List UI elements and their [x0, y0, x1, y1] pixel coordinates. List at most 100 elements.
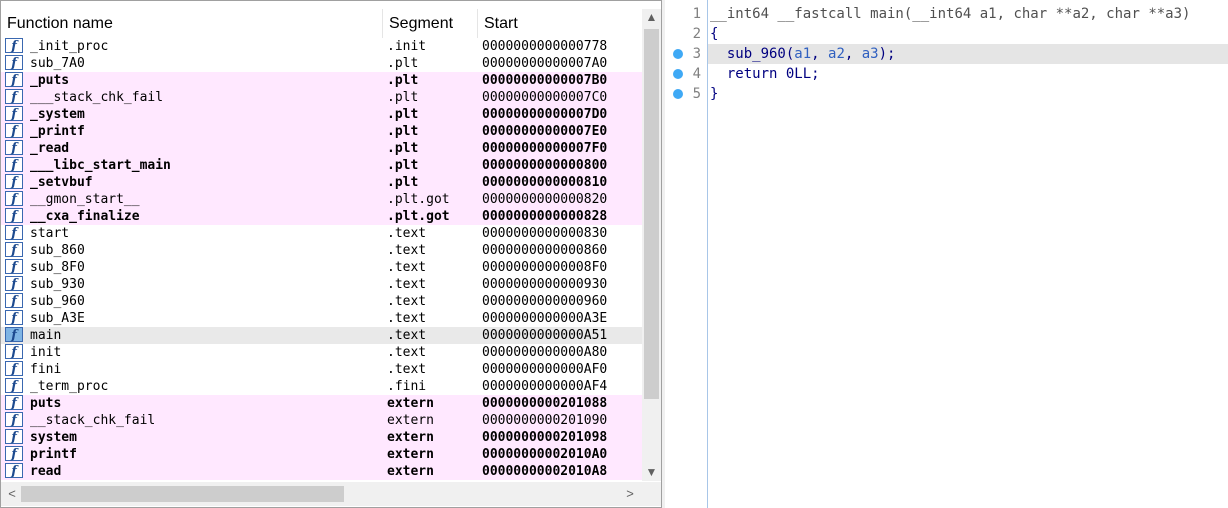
function-row[interactable]: f read extern 00000000002010A8	[1, 463, 642, 480]
function-row[interactable]: f ___libc_start_main .plt 0000000000000800	[1, 157, 642, 174]
code-line[interactable]: {	[710, 24, 718, 44]
function-icon: f	[5, 327, 23, 343]
function-row[interactable]: f _system .plt 00000000000007D0	[1, 106, 642, 123]
functions-vertical-scrollbar[interactable]: ▲ ▼	[642, 9, 661, 481]
code-line[interactable]: }	[710, 84, 718, 104]
function-segment: .text	[387, 243, 427, 258]
function-segment: .plt	[387, 107, 419, 122]
function-name: __cxa_finalize	[30, 209, 140, 224]
function-icon: f	[5, 378, 23, 394]
function-row[interactable]: f _term_proc .fini 0000000000000AF4	[1, 378, 642, 395]
function-icon: f	[5, 174, 23, 190]
function-start-address: 0000000000000A51	[482, 328, 608, 343]
function-segment: .text	[387, 294, 427, 309]
line-number: 4	[692, 66, 701, 82]
code-token: char **a3)	[1106, 6, 1191, 22]
code-token: __int64 __fastcall main(	[710, 6, 913, 22]
function-name: sub_8F0	[30, 260, 85, 275]
function-name: sub_860	[30, 243, 85, 258]
function-start-address: 0000000000201098	[482, 430, 608, 445]
code-line[interactable]: sub_960(a1, a2, a3);	[710, 44, 896, 64]
function-row[interactable]: f start .text 0000000000000830	[1, 225, 642, 242]
function-row[interactable]: f sub_7A0 .plt 00000000000007A0	[1, 55, 642, 72]
column-header-segment[interactable]: Segment	[383, 9, 478, 38]
function-name: init	[30, 345, 62, 360]
function-segment: .plt	[387, 158, 419, 173]
column-header-function-name[interactable]: Function name	[1, 9, 383, 38]
pseudocode-window[interactable]: 1 __int64 __fastcall main(__int64 a1, cha…	[665, 0, 1228, 508]
function-row[interactable]: f system extern 0000000000201098	[1, 429, 642, 446]
function-row[interactable]: f _setvbuf .plt 0000000000000810	[1, 174, 642, 191]
function-start-address: 0000000000201088	[482, 396, 608, 411]
function-row[interactable]: f sub_860 .text 0000000000000860	[1, 242, 642, 259]
function-start-address: 0000000000000A3E	[482, 311, 608, 326]
function-name: sub_930	[30, 277, 85, 292]
code-token: a3	[861, 46, 879, 62]
function-segment: .text	[387, 345, 427, 360]
function-row[interactable]: f main .text 0000000000000A51	[1, 327, 642, 344]
function-icon: f	[5, 225, 23, 241]
scroll-right-arrow-icon[interactable]: >	[621, 482, 639, 506]
function-row[interactable]: f __cxa_finalize .plt.got 0000000000000828	[1, 208, 642, 225]
function-row[interactable]: f ___stack_chk_fail .plt 00000000000007C0	[1, 89, 642, 106]
function-segment: .plt	[387, 175, 419, 190]
code-line[interactable]: __int64 __fastcall main(__int64 a1, char…	[710, 4, 1190, 24]
function-name: __gmon_start__	[30, 192, 140, 207]
code-line[interactable]: return 0LL;	[710, 64, 820, 84]
function-segment: .fini	[387, 379, 427, 394]
function-name: start	[30, 226, 70, 241]
scroll-left-arrow-icon[interactable]: <	[3, 482, 21, 506]
function-start-address: 00000000000007A0	[482, 56, 608, 71]
function-segment: extern	[387, 447, 434, 462]
function-icon: f	[5, 293, 23, 309]
function-segment: .plt.got	[387, 209, 450, 224]
function-row[interactable]: f _printf .plt 00000000000007E0	[1, 123, 642, 140]
function-row[interactable]: f sub_960 .text 0000000000000960	[1, 293, 642, 310]
function-segment: .init	[387, 39, 427, 54]
function-icon: f	[5, 38, 23, 54]
function-start-address: 0000000000000778	[482, 39, 608, 54]
scroll-up-arrow-icon[interactable]: ▲	[642, 9, 661, 26]
function-name: _puts	[30, 73, 70, 88]
function-segment: .plt.got	[387, 192, 450, 207]
function-segment: .text	[387, 277, 427, 292]
function-segment: extern	[387, 430, 434, 445]
function-row[interactable]: f _init_proc .init 0000000000000778	[1, 38, 642, 55]
function-row[interactable]: f printf extern 00000000002010A0	[1, 446, 642, 463]
function-icon: f	[5, 157, 23, 173]
function-name: _term_proc	[30, 379, 109, 394]
function-icon: f	[5, 242, 23, 258]
column-header-start[interactable]: Start	[478, 9, 642, 38]
function-icon: f	[5, 446, 23, 462]
scroll-down-arrow-icon[interactable]: ▼	[642, 464, 661, 481]
function-start-address: 00000000000007D0	[482, 107, 608, 122]
code-token: char **a2,	[1013, 6, 1107, 22]
function-name: sub_A3E	[30, 311, 85, 326]
code-token: a1	[794, 46, 812, 62]
function-segment: .text	[387, 328, 427, 343]
functions-window: Function name Segment Start f _init_proc.…	[0, 0, 662, 508]
function-row[interactable]: f sub_A3E .text 0000000000000A3E	[1, 310, 642, 327]
function-start-address: 0000000000000930	[482, 277, 608, 292]
function-segment: .plt	[387, 73, 419, 88]
function-row[interactable]: f init .text 0000000000000A80	[1, 344, 642, 361]
function-segment: .text	[387, 226, 427, 241]
function-icon: f	[5, 140, 23, 156]
function-segment: .plt	[387, 56, 419, 71]
function-row[interactable]: f _read .plt 00000000000007F0	[1, 140, 642, 157]
function-icon: f	[5, 191, 23, 207]
function-row[interactable]: f __stack_chk_fail extern 0000000000201090	[1, 412, 642, 429]
functions-horizontal-scrollbar[interactable]: < >	[1, 482, 642, 506]
vertical-scroll-thumb[interactable]	[644, 29, 659, 399]
function-row[interactable]: f __gmon_start__ .plt.got 0000000000000820	[1, 191, 642, 208]
function-row[interactable]: f fini .text 0000000000000AF0	[1, 361, 642, 378]
function-row[interactable]: f sub_8F0 .text 00000000000008F0	[1, 259, 642, 276]
code-token: }	[710, 86, 719, 102]
function-row[interactable]: f sub_930 .text 0000000000000930	[1, 276, 642, 293]
horizontal-scroll-thumb[interactable]	[21, 486, 344, 502]
function-start-address: 00000000002010A0	[482, 447, 608, 462]
function-start-address: 0000000000000820	[482, 192, 608, 207]
function-row[interactable]: f puts extern 0000000000201088	[1, 395, 642, 412]
function-name: _printf	[30, 124, 85, 139]
function-row[interactable]: f _puts .plt 00000000000007B0	[1, 72, 642, 89]
